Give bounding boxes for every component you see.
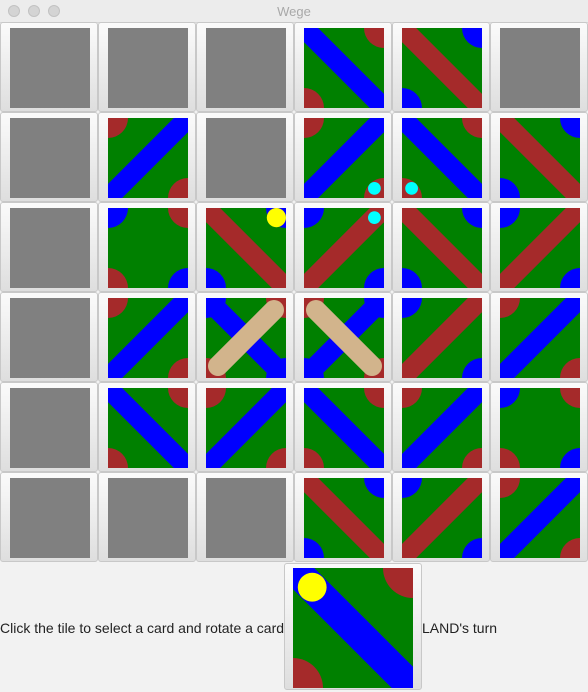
- board-cell[interactable]: [98, 202, 196, 292]
- empty-slot: [206, 28, 286, 108]
- board-cell[interactable]: [294, 112, 392, 202]
- empty-slot: [206, 478, 286, 558]
- board-cell[interactable]: [392, 382, 490, 472]
- board-cell[interactable]: [490, 382, 588, 472]
- board-cell[interactable]: [0, 112, 98, 202]
- gnome-token: [266, 208, 286, 228]
- tile-card: [304, 298, 384, 378]
- tile-card: [108, 298, 188, 378]
- board-cell[interactable]: [0, 202, 98, 292]
- board-cell[interactable]: [392, 22, 490, 112]
- tile-card: [402, 478, 482, 558]
- gnome-token: [297, 572, 327, 602]
- board-cell[interactable]: [294, 22, 392, 112]
- tile-card: [402, 118, 482, 198]
- board-cell[interactable]: [0, 472, 98, 562]
- empty-slot: [206, 118, 286, 198]
- board-cell[interactable]: [98, 112, 196, 202]
- board-cell[interactable]: [196, 112, 294, 202]
- board-cell[interactable]: [392, 472, 490, 562]
- empty-slot: [108, 28, 188, 108]
- board-cell[interactable]: [294, 472, 392, 562]
- board-cell[interactable]: [294, 382, 392, 472]
- board-cell[interactable]: [98, 382, 196, 472]
- board-cell[interactable]: [0, 22, 98, 112]
- board-cell[interactable]: [98, 472, 196, 562]
- tile-card: [304, 388, 384, 468]
- board-cell[interactable]: [98, 292, 196, 382]
- empty-slot: [10, 388, 90, 468]
- board-cell[interactable]: [392, 202, 490, 292]
- tile-card: [108, 208, 188, 288]
- current-card-button[interactable]: [284, 563, 422, 690]
- board-cell[interactable]: [490, 472, 588, 562]
- board-cell[interactable]: [0, 382, 98, 472]
- tile-card: [500, 208, 580, 288]
- tile-card: [500, 388, 580, 468]
- board-cell[interactable]: [196, 22, 294, 112]
- title-bar: Wege: [0, 0, 588, 23]
- board-cell[interactable]: [0, 292, 98, 382]
- player-token: [368, 211, 381, 224]
- tile-card: [500, 118, 580, 198]
- player-token: [368, 182, 381, 195]
- tile-card: [206, 388, 286, 468]
- board-cell[interactable]: [490, 112, 588, 202]
- empty-slot: [10, 478, 90, 558]
- tile-card: [402, 298, 482, 378]
- window-title: Wege: [277, 4, 311, 19]
- tile-card: [500, 478, 580, 558]
- empty-slot: [10, 298, 90, 378]
- current-card-tile: [293, 568, 413, 688]
- board-cell[interactable]: [490, 292, 588, 382]
- empty-slot: [500, 28, 580, 108]
- tile-card: [304, 478, 384, 558]
- player-token: [405, 182, 418, 195]
- board-cell[interactable]: [490, 22, 588, 112]
- instruction-text: Click the tile to select a card and rota…: [0, 620, 285, 636]
- board-cell[interactable]: [294, 202, 392, 292]
- tile-card: [402, 388, 482, 468]
- board-cell[interactable]: [392, 292, 490, 382]
- tile-card: [304, 208, 384, 288]
- tile-card: [206, 208, 286, 288]
- board-cell[interactable]: [196, 382, 294, 472]
- tile-card: [108, 118, 188, 198]
- tile-card: [206, 298, 286, 378]
- board-cell[interactable]: [196, 472, 294, 562]
- tile-card: [304, 28, 384, 108]
- board-cell[interactable]: [196, 202, 294, 292]
- empty-slot: [10, 208, 90, 288]
- tile-card: [500, 298, 580, 378]
- board-cell[interactable]: [294, 292, 392, 382]
- empty-slot: [10, 118, 90, 198]
- tile-card: [108, 388, 188, 468]
- board-cell[interactable]: [98, 22, 196, 112]
- board-cell[interactable]: [490, 202, 588, 292]
- empty-slot: [108, 478, 188, 558]
- tile-card: [304, 118, 384, 198]
- tile-card: [402, 208, 482, 288]
- board-cell[interactable]: [392, 112, 490, 202]
- empty-slot: [10, 28, 90, 108]
- tile-card: [402, 28, 482, 108]
- turn-indicator: LAND's turn: [422, 620, 498, 636]
- board-cell[interactable]: [196, 292, 294, 382]
